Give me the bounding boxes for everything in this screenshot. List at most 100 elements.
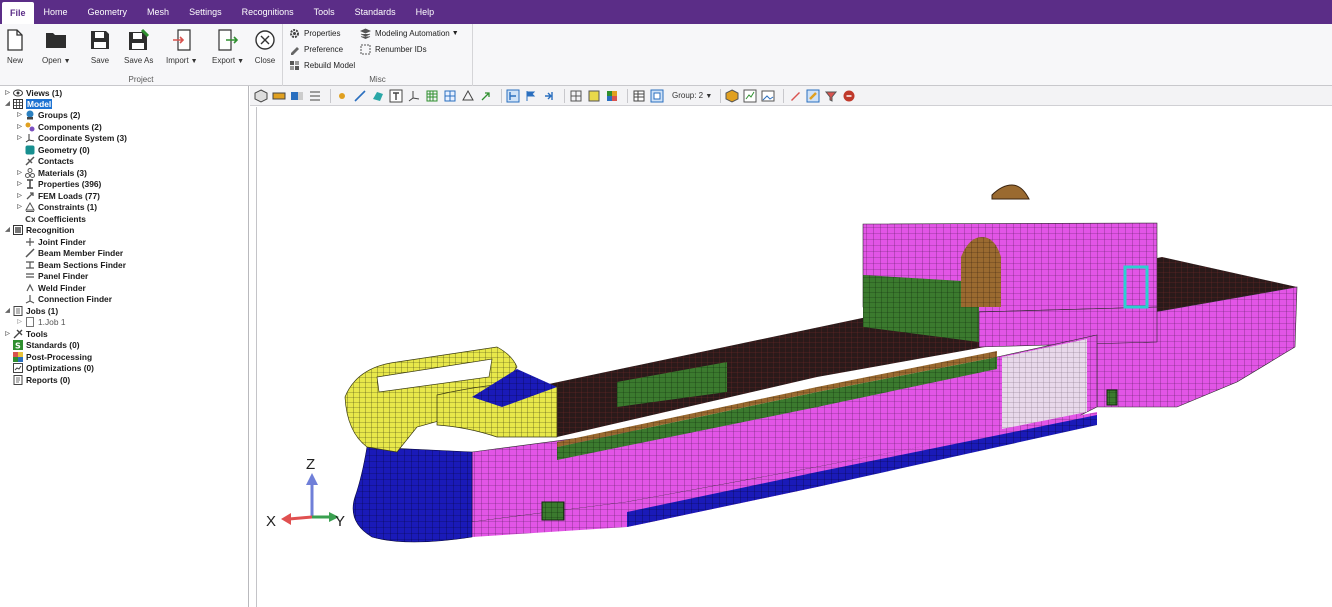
view-cube-icon[interactable] [254,88,268,103]
expand-icon[interactable]: ▷ [16,180,23,187]
expand-icon[interactable]: ▷ [16,169,23,176]
coordinate-axes-icon[interactable] [407,89,421,103]
menu-tools[interactable]: Tools [304,0,345,24]
expand-icon[interactable]: ▷ [16,203,23,210]
new-button[interactable]: New [4,28,26,65]
highlight-icon[interactable] [806,89,820,103]
menu-mesh[interactable]: Mesh [137,0,179,24]
tree-item-tools[interactable]: ▷ Tools [4,328,48,339]
image-icon[interactable] [761,89,775,103]
expand-icon[interactable]: ▷ [16,123,23,130]
element-grid-icon[interactable] [443,89,457,103]
jobs-icon [13,305,23,316]
tree-item-contacts[interactable]: Contacts [16,155,74,166]
tree-item-coordinate-system[interactable]: ▷ Coordinate System (3) [16,132,127,143]
expand-icon[interactable]: ▷ [4,89,11,96]
materials-icon [25,167,35,178]
tree-item-recognition[interactable]: ◢ Recognition [4,224,74,235]
rebuild-model-button[interactable]: Rebuild Model [289,60,355,71]
yellow-grid-icon[interactable] [587,89,601,103]
color-grid-icon[interactable] [605,89,619,103]
tree-item-optimizations[interactable]: Optimizations (0) [4,362,94,373]
table-icon[interactable] [632,89,646,103]
text-icon[interactable] [389,89,403,103]
save-button[interactable]: Save [89,28,111,65]
filter-icon[interactable] [824,89,838,103]
properties-button[interactable]: Properties [289,28,340,39]
expand-icon[interactable]: ▷ [16,134,23,141]
tree-item-materials[interactable]: ▷ Materials (3) [16,167,87,178]
groups-icon [25,110,35,120]
align-right-icon[interactable] [542,89,556,103]
tree-item-fem-loads[interactable]: ▷ FEM Loads (77) [16,190,100,201]
tree-item-standards[interactable]: S Standards (0) [4,339,80,350]
tree-item-reports[interactable]: Reports (0) [4,374,70,385]
collapse-icon[interactable]: ◢ [4,307,11,314]
tree-item-jobs[interactable]: ◢ Jobs (1) [4,305,58,316]
tree-item-properties[interactable]: ▷ Properties (396) [16,178,101,189]
mesh-grid-icon[interactable] [425,89,439,103]
modeling-automation-button[interactable]: Modeling Automation ▼ [360,28,459,39]
folder-icon [45,28,67,52]
tree-item-joint-finder[interactable]: Joint Finder [16,236,86,247]
shading-icon[interactable] [290,89,304,103]
close-button[interactable]: Close [254,28,276,65]
chevron-down-icon: ▼ [190,58,198,65]
modeling-automation-label: Modeling Automation [375,29,450,38]
menu-standards[interactable]: Standards [345,0,406,24]
collapse-icon[interactable]: ◢ [4,226,11,233]
render-mode-icon[interactable] [272,89,286,103]
collapse-icon[interactable]: ◢ [4,100,11,107]
export-button[interactable]: Export ▼ [212,28,244,65]
import-button[interactable]: Import ▼ [166,28,198,65]
menu-home[interactable]: Home [34,0,78,24]
expand-icon[interactable]: ▷ [16,192,23,199]
tree-item-panel-finder[interactable]: Panel Finder [16,270,88,281]
node-icon[interactable] [335,89,349,103]
expand-icon[interactable]: ▷ [16,318,23,325]
tree-item-weld-finder[interactable]: Weld Finder [16,282,86,293]
stop-icon[interactable] [842,89,856,103]
rebuild-model-label: Rebuild Model [304,61,356,70]
save-as-button[interactable]: Save As [124,28,153,65]
frame-icon[interactable] [650,89,664,103]
expand-icon[interactable]: ▷ [4,330,11,337]
menu-help[interactable]: Help [406,0,445,24]
menu-settings[interactable]: Settings [179,0,232,24]
renumber-ids-label: Renumber IDs [375,45,427,54]
grid-view-icon[interactable] [569,89,583,103]
surface-icon[interactable] [371,89,385,103]
triangle-icon[interactable] [461,89,475,103]
expand-icon[interactable]: ▷ [16,111,23,118]
tree-item-connection-finder[interactable]: Connection Finder [16,293,112,304]
tree-item-components[interactable]: ▷ Components (2) [16,121,102,132]
paint-icon[interactable] [788,89,802,103]
open-button[interactable]: Open ▼ [42,28,71,65]
display-options-icon[interactable] [308,89,322,103]
preference-button[interactable]: Preference [289,44,343,55]
align-left-icon[interactable] [506,89,520,103]
cube-icon[interactable] [725,88,739,103]
chart-icon[interactable] [743,89,757,103]
tree-item-coefficients[interactable]: Cx Coefficients [16,213,86,224]
chevron-down-icon: ▼ [63,58,71,65]
tree-item-model[interactable]: ◢ Model [4,98,53,109]
group-selector[interactable]: Group: 2 ▼ [672,91,712,100]
arrow-icon[interactable] [479,89,493,103]
model-viewport[interactable]: Z X Y [256,107,1332,607]
tree-item-views[interactable]: ▷ Views (1) [4,87,62,98]
tree-item-beam-sections-finder[interactable]: Beam Sections Finder [16,259,126,270]
menu-file[interactable]: File [2,2,34,24]
tree-item-beam-member-finder[interactable]: Beam Member Finder [16,247,123,258]
menu-geometry[interactable]: Geometry [78,0,138,24]
axis-x-label: X [266,513,277,530]
renumber-ids-button[interactable]: Renumber IDs [360,44,427,55]
tree-item-post-processing[interactable]: Post-Processing [4,351,92,362]
tree-item-constraints[interactable]: ▷ Constraints (1) [16,201,97,212]
tree-item-geometry[interactable]: Geometry (0) [16,144,90,155]
menu-recognitions[interactable]: Recognitions [232,0,304,24]
tree-item-job-1[interactable]: ▷ 1.Job 1 [16,316,65,327]
tree-item-groups[interactable]: ▷ Groups (2) [16,109,80,120]
flag-icon[interactable] [524,89,538,103]
line-icon[interactable] [353,89,367,103]
